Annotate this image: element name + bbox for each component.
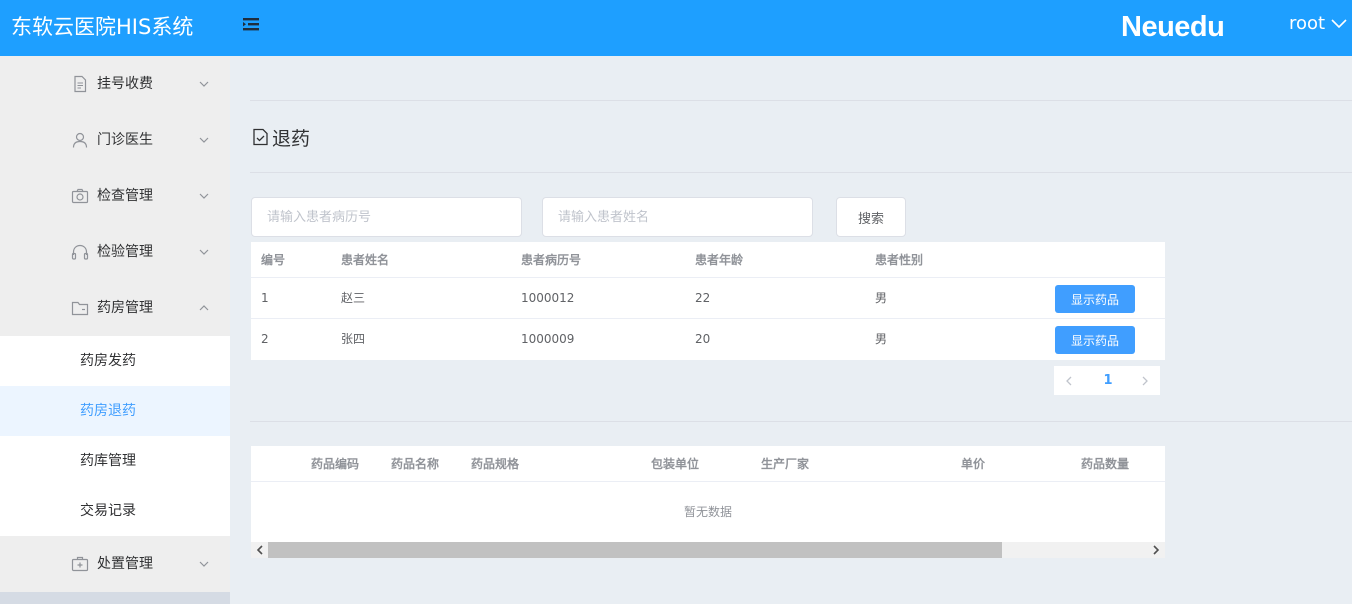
menu-label: 挂号收费 [97, 76, 153, 92]
sidebar-item-transactions[interactable]: 交易记录 [0, 486, 230, 536]
column-header: 包装单位 [651, 457, 700, 471]
record-number-input[interactable] [251, 197, 522, 237]
patient-table: 编号 患者姓名 患者病历号 患者年龄 患者性别 1 赵三 1000012 22 … [251, 242, 1165, 360]
sidebar-item-pharmacy-dispense[interactable]: 药房发药 [0, 336, 230, 386]
page-title-text: 退药 [272, 127, 311, 150]
column-header: 患者年龄 [695, 253, 744, 267]
menu-outpatient-doctor[interactable]: 门诊医生 [0, 112, 230, 168]
first-aid-kit-icon [71, 556, 89, 572]
chevron-down-icon [199, 193, 209, 199]
column-header: 药品名称 [391, 457, 440, 471]
camera-icon [71, 188, 89, 204]
menu-label: 药房管理 [97, 300, 153, 316]
scrollbar-thumb[interactable] [268, 542, 1002, 558]
chevron-up-icon [199, 305, 209, 311]
sidebar-item-pharmacy-return[interactable]: 药房退药 [0, 386, 230, 436]
sidebar-item-warehouse[interactable]: 药库管理 [0, 436, 230, 486]
column-header: 药品数量 [1081, 457, 1130, 471]
menu-label: 检查管理 [97, 188, 153, 204]
divider [250, 172, 1352, 173]
checked-document-icon [253, 128, 268, 146]
submenu-label: 药房退药 [80, 403, 136, 419]
menu-pharmacy[interactable]: 药房管理 [0, 280, 230, 336]
submenu-label: 药房发药 [80, 353, 136, 369]
sidebar-next-item [0, 592, 230, 604]
headset-icon [71, 244, 89, 260]
page-title: 退药 [252, 124, 310, 150]
submenu-label: 交易记录 [80, 503, 136, 519]
cell-id: 1 [261, 291, 269, 305]
horizontal-scrollbar[interactable] [251, 542, 1165, 558]
user-menu[interactable]: root [1289, 12, 1348, 36]
column-header: 药品编码 [311, 457, 360, 471]
column-header: 单价 [961, 457, 986, 471]
table-row[interactable]: 1 赵三 1000012 22 男 显示药品 [251, 278, 1165, 319]
pagination: 1 [1054, 366, 1160, 395]
column-header: 患者姓名 [341, 253, 390, 267]
menu-registration[interactable]: 挂号收费 [0, 56, 230, 112]
menu-lab-test[interactable]: 检验管理 [0, 224, 230, 280]
menu-examination[interactable]: 检查管理 [0, 168, 230, 224]
cell-record: 1000012 [521, 291, 575, 305]
cell-name: 张四 [341, 332, 366, 346]
column-header: 患者病历号 [521, 253, 582, 267]
folder-icon [71, 301, 89, 316]
chevron-down-icon [199, 81, 209, 87]
empty-state: 暂无数据 [683, 505, 732, 519]
submenu-label: 药库管理 [80, 453, 136, 469]
chevron-down-icon [1331, 19, 1347, 29]
table-header: 药品编码 药品名称 药品规格 包装单位 生产厂家 单价 药品数量 [251, 446, 1165, 482]
app-title: 东软云医院HIS系统 [11, 15, 194, 39]
divider [250, 100, 1352, 101]
cell-gender: 男 [875, 291, 888, 305]
column-header: 患者性别 [875, 253, 924, 267]
cell-age: 20 [695, 332, 711, 346]
chevron-down-icon [199, 249, 209, 255]
brand-logo: Neuedu [1121, 11, 1225, 43]
chevron-down-icon [199, 137, 209, 143]
menu-disposal[interactable]: 处置管理 [0, 536, 230, 592]
patient-name-input[interactable] [542, 197, 813, 237]
scroll-left-icon[interactable] [255, 545, 265, 555]
show-drugs-button[interactable]: 显示药品 [1055, 326, 1135, 354]
sidebar: 挂号收费 门诊医生 检查管理 检验管理 药房管理 药房发药 药房退药 药库管理 … [0, 56, 230, 604]
top-header: 东软云医院HIS系统 Neuedu root [0, 0, 1352, 56]
cell-id: 2 [261, 332, 269, 346]
page-number[interactable]: 1 [1096, 366, 1120, 395]
drug-table: 药品编码 药品名称 药品规格 包装单位 生产厂家 单价 药品数量 暂无数据 [251, 446, 1165, 558]
cell-record: 1000009 [521, 332, 575, 346]
menu-toggle-icon[interactable] [242, 16, 262, 36]
menu-label: 处置管理 [97, 556, 153, 572]
table-header: 编号 患者姓名 患者病历号 患者年龄 患者性别 [251, 242, 1165, 278]
column-header: 生产厂家 [761, 457, 810, 471]
main-content: 退药 搜索 编号 患者姓名 患者病历号 患者年龄 患者性别 1 赵三 10000… [230, 56, 1352, 604]
divider [250, 421, 1352, 422]
username: root [1289, 13, 1326, 34]
table-row[interactable]: 2 张四 1000009 20 男 显示药品 [251, 319, 1165, 360]
chevron-left-icon[interactable] [1063, 375, 1075, 387]
scroll-right-icon[interactable] [1151, 545, 1161, 555]
cell-name: 赵三 [341, 291, 366, 305]
chevron-down-icon [199, 561, 209, 567]
document-icon [74, 75, 87, 93]
chevron-right-icon[interactable] [1139, 375, 1151, 387]
cell-gender: 男 [875, 332, 888, 346]
search-button[interactable]: 搜索 [836, 197, 906, 237]
menu-label: 检验管理 [97, 244, 153, 260]
cell-age: 22 [695, 291, 711, 305]
column-header: 药品规格 [471, 457, 520, 471]
column-header: 编号 [261, 253, 286, 267]
show-drugs-button[interactable]: 显示药品 [1055, 285, 1135, 313]
menu-label: 门诊医生 [97, 132, 153, 148]
user-icon [72, 132, 88, 148]
